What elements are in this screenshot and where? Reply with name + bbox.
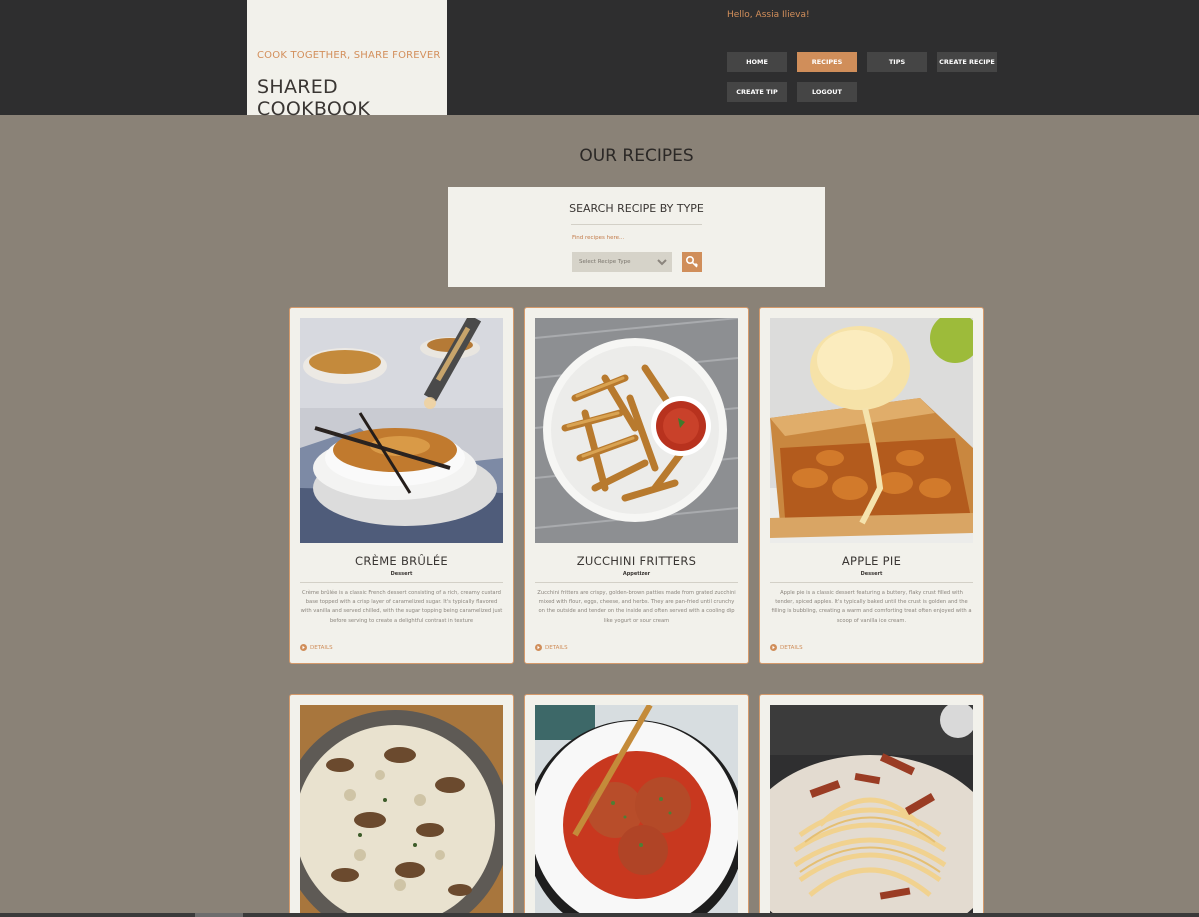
carbonara-image [770,705,973,917]
search-hint: Find recipes here... [572,235,625,241]
recipe-card[interactable]: ZUCCHINI FRITTERS Appetizer Zucchini fri… [524,307,749,664]
creme-brulee-image [300,318,503,543]
recipe-photo-meatballs[interactable] [535,705,738,917]
site-header: COOK TOGETHER, SHARE FOREVER SHARED COOK… [0,0,1199,120]
recipe-card[interactable] [759,694,984,917]
chevron-down-icon [657,259,667,266]
recipe-card[interactable] [289,694,514,917]
search-button[interactable] [682,252,702,272]
details-label: DETAILS [780,644,803,651]
apple-pie-image [770,318,973,543]
recipe-name: ZUCCHINI FRITTERS [576,554,697,568]
recipe-type-select[interactable]: Select Recipe Type [572,252,672,272]
recipe-photo-zucchini-fritters[interactable] [535,318,738,543]
search-title: SEARCH RECIPE BY TYPE [569,202,704,215]
recipe-card[interactable]: APPLE PIE Dessert Apple pie is a classic… [759,307,984,664]
nav-tips-button[interactable]: TIPS [867,52,927,72]
recipe-card[interactable] [524,694,749,917]
recipe-description: Zucchini fritters are crispy, golden-bro… [537,590,736,624]
details-label: DETAILS [545,644,568,651]
divider [535,582,738,583]
details-link[interactable]: DETAILS [770,644,803,651]
site-title[interactable]: SHARED COOKBOOK [257,76,447,120]
nav-create-tip-button[interactable]: CREATE TIP [727,82,787,102]
details-link[interactable]: DETAILS [535,644,568,651]
mushroom-risotto-image [300,705,503,917]
recipe-photo-carbonara[interactable] [770,705,973,917]
arrow-right-icon [300,644,307,651]
divider [770,582,973,583]
recipe-name: APPLE PIE [841,554,902,568]
horizontal-scrollbar[interactable] [0,913,1199,917]
meatballs-image [535,705,738,917]
recipe-description: Apple pie is a classic dessert featuring… [771,590,972,624]
divider [571,224,702,225]
nav-recipes-button[interactable]: RECIPES [797,52,857,72]
recipe-photo-mushroom-risotto[interactable] [300,705,503,917]
divider [300,582,503,583]
nav-home-button[interactable]: HOME [727,52,787,72]
arrow-right-icon [770,644,777,651]
recipe-type: Dessert [860,571,883,577]
recipe-photo-creme-brulee[interactable] [300,318,503,543]
recipe-card[interactable]: CRÈME BRÛLÉE Dessert Crème brûlée is a c… [289,307,514,664]
recipe-photo-apple-pie[interactable] [770,318,973,543]
zucchini-fritters-image [535,318,738,543]
user-greeting: Hello, Assia Ilieva! [727,10,810,20]
arrow-right-icon [535,644,542,651]
search-panel: SEARCH RECIPE BY TYPE Find recipes here.… [448,187,825,287]
page-title: OUR RECIPES [579,146,694,166]
recipe-type: Dessert [390,571,413,577]
brand-block: COOK TOGETHER, SHARE FOREVER SHARED COOK… [247,0,447,120]
recipe-name: CRÈME BRÛLÉE [355,554,448,568]
key-search-icon [685,255,699,268]
site-tagline: COOK TOGETHER, SHARE FOREVER [257,50,441,61]
scrollbar-thumb[interactable] [195,913,243,917]
nav-logout-button[interactable]: LOGOUT [797,82,857,102]
recipe-description: Crème brûlée is a classic French dessert… [300,590,503,624]
recipe-type-select-value: Select Recipe Type [579,259,631,265]
details-link[interactable]: DETAILS [300,644,333,651]
recipe-type: Appetizer [622,571,651,577]
nav-create-recipe-button[interactable]: CREATE RECIPE [937,52,997,72]
details-label: DETAILS [310,644,333,651]
